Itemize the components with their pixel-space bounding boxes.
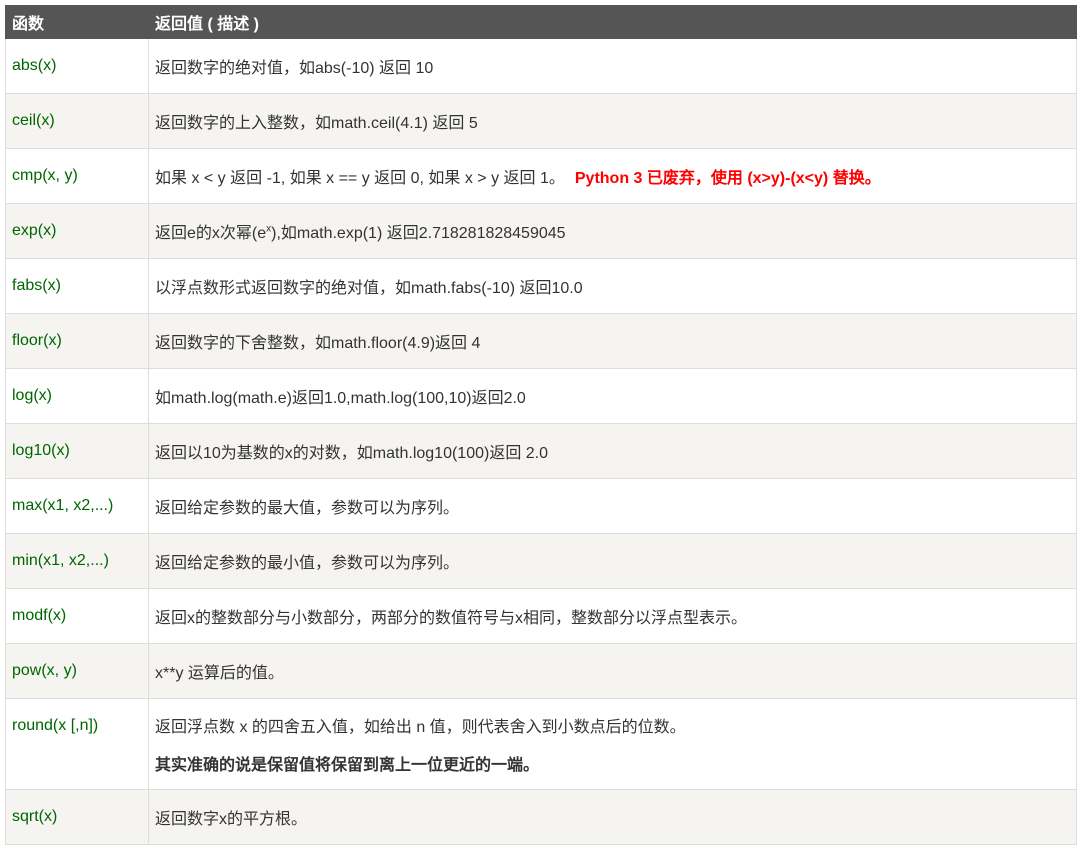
function-description: 返回给定参数的最大值，参数可以为序列。 [148, 478, 1077, 534]
function-name: floor(x) [5, 313, 149, 369]
function-name: log10(x) [5, 423, 149, 479]
table-header-row: 函数 返回值 ( 描述 ) [5, 5, 1077, 39]
function-description-cell: 返回浮点数 x 的四舍五入值，如给出 n 值，则代表舍入到小数点后的位数。 其实准… [148, 698, 1077, 790]
function-name: round(x [,n]) [5, 698, 149, 790]
function-description-cell: 如果 x < y 返回 -1, 如果 x == y 返回 0, 如果 x > y… [148, 148, 1077, 204]
function-description: 如math.log(math.e)返回1.0,math.log(100,10)返… [148, 368, 1077, 424]
function-name: max(x1, x2,...) [5, 478, 149, 534]
function-description: 返回数字的下舍整数，如math.floor(4.9)返回 4 [148, 313, 1077, 369]
table-row: max(x1, x2,...) 返回给定参数的最大值，参数可以为序列。 [5, 478, 1077, 534]
table-row: modf(x) 返回x的整数部分与小数部分，两部分的数值符号与x相同，整数部分以… [5, 588, 1077, 644]
function-description: 返回数字x的平方根。 [148, 789, 1077, 845]
function-name: log(x) [5, 368, 149, 424]
function-name: ceil(x) [5, 93, 149, 149]
function-description: 返回给定参数的最小值，参数可以为序列。 [148, 533, 1077, 589]
function-description: 返回x的整数部分与小数部分，两部分的数值符号与x相同，整数部分以浮点型表示。 [148, 588, 1077, 644]
function-name: min(x1, x2,...) [5, 533, 149, 589]
function-description: 返回浮点数 x 的四舍五入值，如给出 n 值，则代表舍入到小数点后的位数。 [155, 719, 686, 736]
table-row: fabs(x) 以浮点数形式返回数字的绝对值，如math.fabs(-10) 返… [5, 258, 1077, 314]
table-row: abs(x) 返回数字的绝对值，如abs(-10) 返回 10 [5, 38, 1077, 94]
function-description: 返回以10为基数的x的对数，如math.log10(100)返回 2.0 [148, 423, 1077, 479]
table-row: round(x [,n]) 返回浮点数 x 的四舍五入值，如给出 n 值，则代表… [5, 698, 1077, 790]
math-functions-table-container: 函数 返回值 ( 描述 ) abs(x) 返回数字的绝对值，如abs(-10) … [5, 5, 1077, 845]
table-row: log(x) 如math.log(math.e)返回1.0,math.log(1… [5, 368, 1077, 424]
function-name: modf(x) [5, 588, 149, 644]
table-row: sqrt(x) 返回数字x的平方根。 [5, 789, 1077, 845]
function-description-pre: 返回e的x次幂(e [155, 225, 267, 242]
function-name: pow(x, y) [5, 643, 149, 699]
header-return-value: 返回值 ( 描述 ) [148, 5, 1077, 39]
function-name: cmp(x, y) [5, 148, 149, 204]
table-row: log10(x) 返回以10为基数的x的对数，如math.log10(100)返… [5, 423, 1077, 479]
table-row: min(x1, x2,...) 返回给定参数的最小值，参数可以为序列。 [5, 533, 1077, 589]
rounding-note: 其实准确的说是保留值将保留到离上一位更近的一端。 [155, 757, 540, 774]
table-row: cmp(x, y) 如果 x < y 返回 -1, 如果 x == y 返回 0… [5, 148, 1077, 204]
function-name: abs(x) [5, 38, 149, 94]
function-description: 返回数字的上入整数，如math.ceil(4.1) 返回 5 [148, 93, 1077, 149]
table-row: pow(x, y) x**y 运算后的值。 [5, 643, 1077, 699]
function-name: exp(x) [5, 203, 149, 259]
function-description: 返回数字的绝对值，如abs(-10) 返回 10 [148, 38, 1077, 94]
table-row: floor(x) 返回数字的下舍整数，如math.floor(4.9)返回 4 [5, 313, 1077, 369]
table-row: ceil(x) 返回数字的上入整数，如math.ceil(4.1) 返回 5 [5, 93, 1077, 149]
function-description: 如果 x < y 返回 -1, 如果 x == y 返回 0, 如果 x > y… [155, 170, 565, 187]
math-functions-table: 函数 返回值 ( 描述 ) abs(x) 返回数字的绝对值，如abs(-10) … [5, 5, 1077, 845]
function-name: fabs(x) [5, 258, 149, 314]
function-name: sqrt(x) [5, 789, 149, 845]
function-description: 以浮点数形式返回数字的绝对值，如math.fabs(-10) 返回10.0 [148, 258, 1077, 314]
function-description-post: ),如math.exp(1) 返回2.718281828459045 [271, 225, 566, 242]
table-row: exp(x) 返回e的x次幂(ex),如math.exp(1) 返回2.7182… [5, 203, 1077, 259]
deprecation-warning: Python 3 已废弃，使用 (x>y)-(x<y) 替换。 [574, 170, 881, 187]
function-description: x**y 运算后的值。 [148, 643, 1077, 699]
function-description-cell: 返回e的x次幂(ex),如math.exp(1) 返回2.71828182845… [148, 203, 1077, 259]
header-function: 函数 [5, 5, 149, 39]
